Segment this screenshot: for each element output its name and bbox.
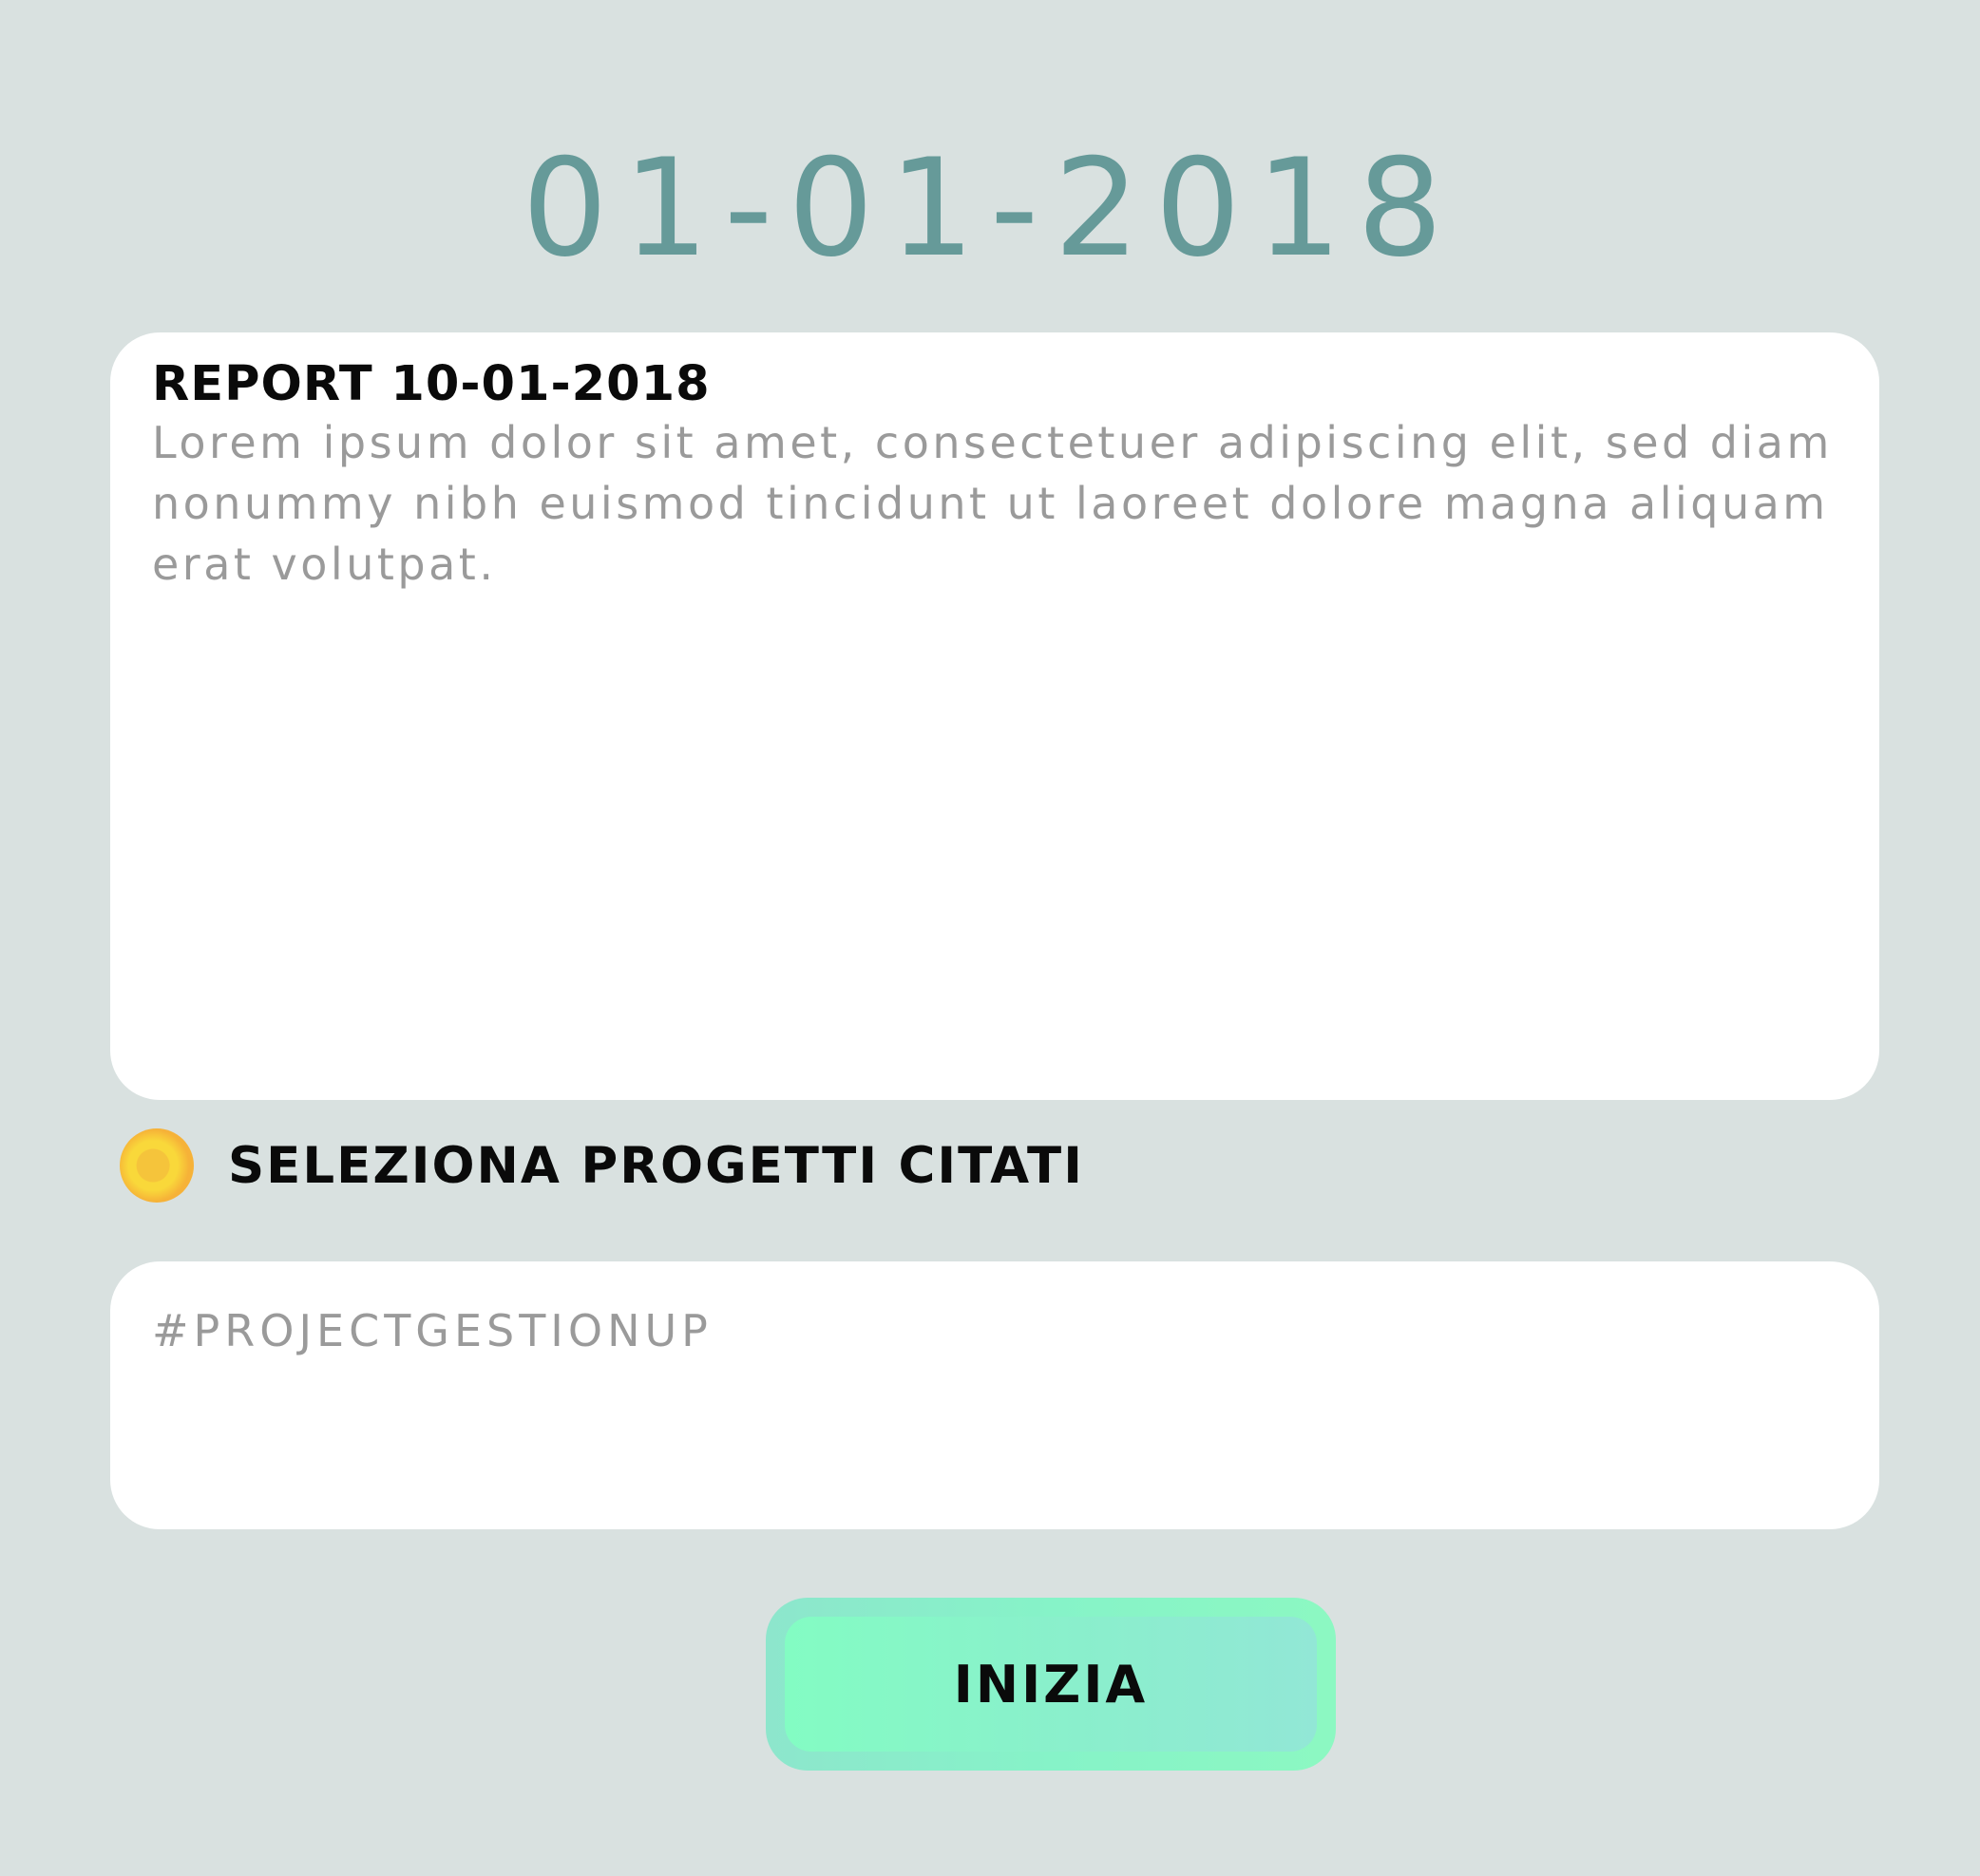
select-projects-label[interactable]: SELEZIONA PROGETTI CITATI [228,1137,1084,1195]
report-body-text[interactable]: Lorem ipsum dolor sit amet, consectetuer… [152,412,1853,595]
start-button-face[interactable]: INIZIA [785,1617,1317,1752]
radio-dot-icon[interactable] [120,1128,194,1203]
page-title-date: 01-01-2018 [522,130,1458,287]
report-card[interactable]: REPORT 10-01-2018 Lorem ipsum dolor sit … [110,332,1879,1100]
select-projects-option[interactable]: SELEZIONA PROGETTI CITATI [120,1127,1084,1204]
start-button-label: INIZIA [953,1654,1149,1715]
report-title: REPORT 10-01-2018 [152,356,711,412]
start-button[interactable]: INIZIA [766,1598,1336,1771]
hashtag-input[interactable] [110,1261,1879,1529]
